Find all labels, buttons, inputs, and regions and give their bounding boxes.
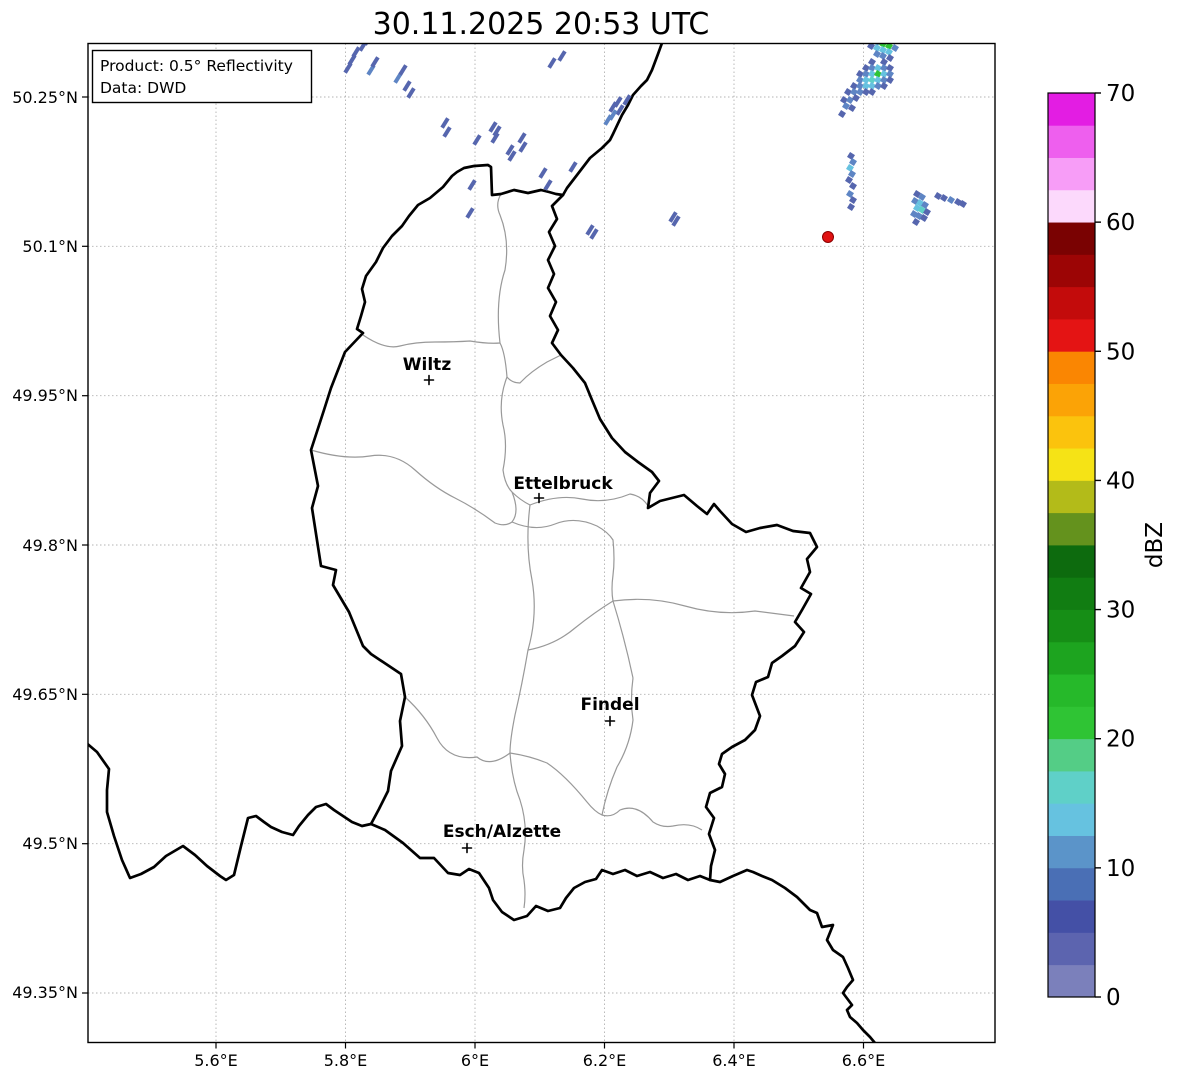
- colorbar-band: [1048, 835, 1095, 869]
- info-box: Product: 0.5° Reflectivity Data: DWD: [91, 49, 313, 104]
- colorbar-band: [1048, 771, 1095, 804]
- colorbar-band: [1048, 415, 1095, 449]
- y-tick-label: 49.95°N: [12, 386, 78, 405]
- colorbar-band: [1048, 738, 1095, 772]
- map-title: 30.11.2025 20:53 UTC: [373, 7, 710, 42]
- colorbar-band: [1048, 577, 1095, 610]
- colorbar-band: [1048, 867, 1095, 901]
- colorbar-tick-label: 30: [1106, 598, 1135, 624]
- radar-map-canvas: 30.11.2025 20:53 UTC Wiltz Ettelbruck Fi…: [0, 0, 1184, 1081]
- x-tick-label: 6°E: [461, 1051, 489, 1070]
- colorbar-tick-label: 10: [1106, 856, 1135, 882]
- colorbar-tick-label: 40: [1106, 468, 1135, 494]
- info-box-data-line: Data: DWD: [100, 79, 186, 97]
- colorbar-band: [1048, 448, 1095, 481]
- colorbar-band: [1048, 512, 1095, 546]
- colorbar-band: [1048, 932, 1095, 966]
- x-tick-label: 5.8°E: [324, 1051, 368, 1070]
- y-tick-label: 49.35°N: [12, 983, 78, 1002]
- colorbar-band: [1048, 545, 1095, 578]
- colorbar-band: [1048, 93, 1095, 126]
- weather-radar-figure: 30.11.2025 20:53 UTC Wiltz Ettelbruck Fi…: [0, 0, 1184, 1081]
- y-tick-label: 49.5°N: [22, 834, 78, 853]
- y-tick-label: 50.25°N: [12, 88, 78, 107]
- city-label: Ettelbruck: [513, 474, 613, 494]
- colorbar-band: [1048, 189, 1095, 223]
- x-tick-label: 5.6°E: [194, 1051, 238, 1070]
- colorbar-band: [1048, 286, 1095, 320]
- colorbar-axis-label: dBZ: [1142, 522, 1168, 568]
- city-label: Wiltz: [403, 355, 452, 375]
- x-tick-label: 6.6°E: [842, 1051, 886, 1070]
- colorbar-band: [1048, 480, 1095, 514]
- city-label: Findel: [580, 695, 639, 715]
- colorbar-tick-label: 60: [1106, 210, 1135, 236]
- y-tick-label: 50.1°N: [22, 237, 78, 256]
- colorbar-tick-label: 20: [1106, 727, 1135, 753]
- red-dot-marker: [822, 231, 834, 243]
- y-tick-label: 49.65°N: [12, 685, 78, 704]
- colorbar-band: [1048, 157, 1095, 191]
- x-tick-label: 6.2°E: [583, 1051, 627, 1070]
- colorbar-bands: [1048, 93, 1095, 998]
- colorbar-band: [1048, 641, 1095, 675]
- colorbar-band: [1048, 706, 1095, 740]
- figure-background: [0, 0, 1184, 1081]
- colorbar-band: [1048, 383, 1095, 417]
- info-box-product-line: Product: 0.5° Reflectivity: [100, 57, 293, 75]
- y-tick-label: 49.8°N: [22, 536, 78, 555]
- colorbar-band: [1048, 803, 1095, 836]
- colorbar-tick-label: 70: [1106, 81, 1135, 107]
- colorbar-band: [1048, 674, 1095, 707]
- city-label: Esch/Alzette: [443, 822, 561, 842]
- x-tick-label: 6.4°E: [712, 1051, 756, 1070]
- colorbar-band: [1048, 900, 1095, 933]
- colorbar-tick-label: 50: [1106, 339, 1135, 365]
- colorbar-band: [1048, 319, 1095, 352]
- colorbar-band: [1048, 125, 1095, 158]
- colorbar-band: [1048, 609, 1095, 643]
- colorbar-band: [1048, 964, 1095, 998]
- colorbar-band: [1048, 222, 1095, 255]
- colorbar-band: [1048, 254, 1095, 288]
- colorbar-band: [1048, 351, 1095, 384]
- colorbar-tick-label: 0: [1106, 985, 1121, 1011]
